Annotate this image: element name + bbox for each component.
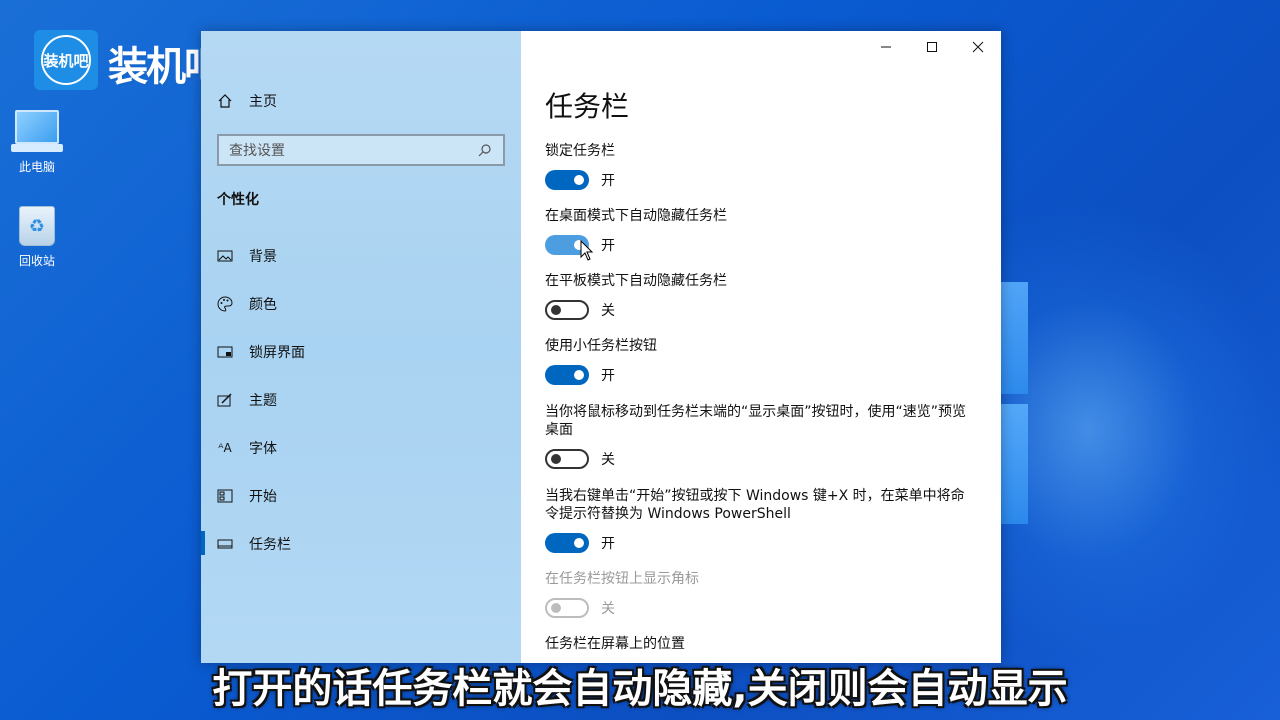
sidebar-item-label: 锁屏界面	[249, 345, 305, 361]
taskbar-icon	[217, 536, 233, 552]
settings-window: 主页 查找设置 个性化 背景 颜色 锁屏界面 主题 ᴬA 字体 开始 任务栏 任…	[201, 31, 1001, 663]
brand-logo: 装机吧	[34, 30, 98, 90]
sidebar-item-taskbar[interactable]: 任务栏	[217, 528, 507, 560]
desktop-icon-recycle-bin[interactable]: ♻ 回收站	[2, 206, 72, 269]
sidebar-item-label: 颜色	[249, 297, 277, 313]
setting-small-buttons: 使用小任务栏按钮 开	[545, 337, 975, 385]
maximize-button[interactable]	[909, 31, 955, 63]
toggle-state: 关	[601, 303, 615, 319]
setting-label: 在平板模式下自动隐藏任务栏	[545, 273, 727, 289]
setting-label: 在任务栏按钮上显示角标	[545, 571, 699, 587]
toggle-state: 关	[601, 601, 615, 617]
setting-label: 在桌面模式下自动隐藏任务栏	[545, 208, 727, 224]
sidebar-item-label: 主页	[249, 94, 277, 110]
minimize-button[interactable]	[863, 31, 909, 63]
small-buttons-toggle[interactable]	[545, 365, 589, 385]
search-placeholder: 查找设置	[229, 143, 285, 159]
setting-label: 使用小任务栏按钮	[545, 338, 657, 354]
toggle-state: 开	[601, 536, 615, 552]
sidebar-item-label: 字体	[249, 441, 277, 457]
peek-toggle[interactable]	[545, 449, 589, 469]
start-icon	[217, 488, 233, 504]
windows-logo-pane	[1000, 282, 1028, 394]
autohide-tablet-toggle[interactable]	[545, 300, 589, 320]
sidebar-item-lock-screen[interactable]: 锁屏界面	[217, 336, 507, 368]
setting-badges: 在任务栏按钮上显示角标 关	[545, 570, 975, 618]
sidebar-item-label: 任务栏	[249, 537, 291, 553]
sidebar-item-start[interactable]: 开始	[217, 480, 507, 512]
setting-taskbar-position: 任务栏在屏幕上的位置	[545, 635, 975, 653]
computer-icon	[11, 110, 63, 152]
desktop-icon-label: 此电脑	[18, 160, 55, 174]
palette-icon	[217, 296, 233, 312]
mouse-cursor-icon	[580, 240, 594, 261]
video-subtitle: 打开的话任务栏就会自动隐藏,关闭则会自动显示	[212, 666, 1068, 712]
desktop-icon-this-pc[interactable]: 此电脑	[2, 110, 72, 175]
lock-screen-icon	[217, 344, 233, 360]
lock-taskbar-toggle[interactable]	[545, 170, 589, 190]
search-input[interactable]: 查找设置	[217, 134, 505, 166]
image-icon	[217, 248, 233, 264]
settings-content: 任务栏 锁定任务栏 开 在桌面模式下自动隐藏任务栏 开 在平板模式下自动隐藏任务…	[521, 31, 1001, 663]
search-icon[interactable]	[477, 142, 493, 158]
setting-powershell: 当我右键单击“开始”按钮或按下 Windows 键+X 时，在菜单中将命令提示符…	[545, 487, 975, 553]
windows-logo-pane	[1000, 404, 1028, 524]
active-indicator	[201, 531, 205, 555]
theme-icon	[217, 392, 233, 408]
setting-peek: 当你将鼠标移动到任务栏末端的“显示桌面”按钮时，使用“速览”预览桌面 关	[545, 403, 975, 469]
brand-logo-badge: 装机吧	[41, 35, 91, 85]
toggle-state: 开	[601, 238, 615, 254]
sidebar-item-themes[interactable]: 主题	[217, 384, 507, 416]
setting-label: 当我右键单击“开始”按钮或按下 Windows 键+X 时，在菜单中将命令提示符…	[545, 488, 965, 522]
toggle-state: 开	[601, 173, 615, 189]
caption-buttons	[863, 31, 1001, 63]
recycle-bin-icon: ♻	[19, 206, 55, 246]
desktop-icon-label: 回收站	[18, 254, 55, 268]
sidebar-item-background[interactable]: 背景	[217, 240, 507, 272]
sidebar-item-label: 背景	[249, 249, 277, 265]
toggle-state: 开	[601, 368, 615, 384]
sidebar-item-label: 主题	[249, 393, 277, 409]
sidebar-item-colors[interactable]: 颜色	[217, 288, 507, 320]
setting-label: 锁定任务栏	[545, 143, 615, 159]
setting-label: 当你将鼠标移动到任务栏末端的“显示桌面”按钮时，使用“速览”预览桌面	[545, 404, 967, 438]
setting-lock-taskbar: 锁定任务栏 开	[545, 142, 975, 190]
sidebar-item-label: 开始	[249, 489, 277, 505]
close-button[interactable]	[955, 31, 1001, 63]
sidebar-section-title: 个性化	[217, 192, 259, 208]
font-icon: ᴬA	[218, 441, 232, 455]
badges-toggle	[545, 598, 589, 618]
setting-autohide-tablet: 在平板模式下自动隐藏任务栏 关	[545, 272, 975, 320]
sidebar-item-home[interactable]: 主页	[217, 91, 277, 111]
home-icon	[217, 93, 233, 109]
sidebar-item-fonts[interactable]: ᴬA 字体	[217, 432, 507, 464]
page-title: 任务栏	[545, 90, 630, 123]
powershell-toggle[interactable]	[545, 533, 589, 553]
settings-sidebar: 主页 查找设置 个性化 背景 颜色 锁屏界面 主题 ᴬA 字体 开始 任务栏	[201, 31, 521, 663]
setting-autohide-desktop: 在桌面模式下自动隐藏任务栏 开	[545, 207, 975, 255]
setting-label: 任务栏在屏幕上的位置	[545, 636, 685, 652]
toggle-state: 关	[601, 452, 615, 468]
